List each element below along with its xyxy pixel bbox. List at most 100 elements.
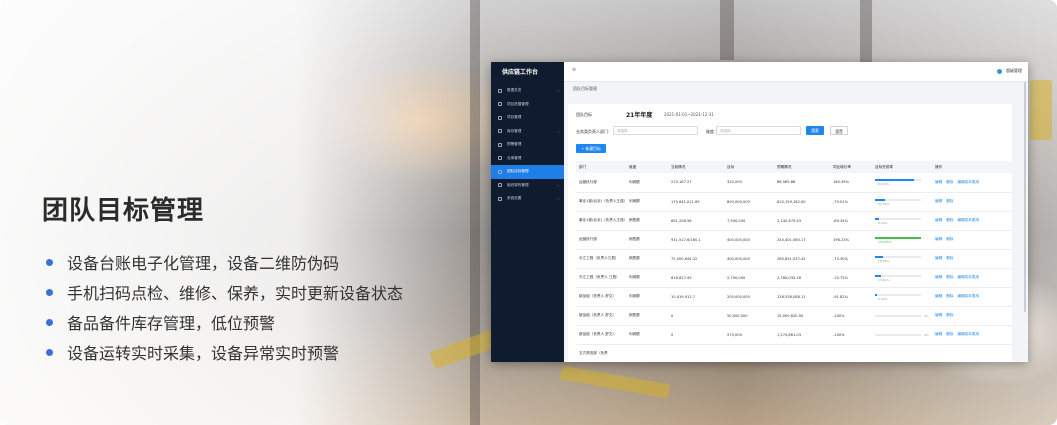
row-action-link[interactable]: 编辑 xyxy=(935,199,942,203)
app-brand: 供应链工作台 xyxy=(502,69,539,76)
row-action-link[interactable]: 删除 xyxy=(946,237,953,241)
row-action-link[interactable]: 编辑 xyxy=(935,180,942,184)
table-cell: -79.01% xyxy=(830,192,872,212)
row-action-link[interactable]: 删除 xyxy=(946,275,953,279)
completion-cell xyxy=(872,344,932,362)
column-header[interactable]: 操作 xyxy=(932,161,1012,173)
row-action-link[interactable]: 删除 xyxy=(946,256,953,260)
progress-percent: 0% xyxy=(924,332,929,337)
table-cell: 2,780,035.28 xyxy=(774,268,830,288)
menu-icon[interactable]: ≡ xyxy=(572,67,576,73)
completion-cell: 13.61% xyxy=(872,268,932,288)
table-cell: -70.72% xyxy=(830,268,872,288)
main-panel: 团队目标 21年年度 2021-01-01~2021-12-31 业务类负责人部… xyxy=(568,104,1012,362)
column-header[interactable]: 目标完成率 xyxy=(872,161,932,173)
table-cell: 15,000,620.90 xyxy=(774,306,830,326)
row-action-link[interactable]: 编辑 xyxy=(935,294,942,298)
sidebar-item[interactable]: 组织架构管理 ‹ xyxy=(491,179,564,193)
row-action-link[interactable]: 编辑成本费用 xyxy=(957,275,979,279)
add-target-button[interactable]: + 新建目标 xyxy=(576,144,606,153)
row-action-link[interactable]: 删除 xyxy=(946,199,953,203)
search-button[interactable]: 搜索 xyxy=(806,126,824,135)
table-row: 长江工程（负责人 江昌） 利润额 816,827.49 2,700,000 2,780,… xyxy=(576,268,1012,288)
bullet-dot xyxy=(46,258,53,266)
completion-cell: 154.95% xyxy=(872,230,932,250)
column-header[interactable]: 当前情况 xyxy=(668,161,724,173)
sidebar-item[interactable]: 项目进展管理 xyxy=(491,98,564,112)
year-value[interactable]: 21年年度 xyxy=(626,110,652,119)
menu-item-icon xyxy=(498,88,502,93)
table-cell: 2,700,000 xyxy=(724,268,774,288)
progress-bar xyxy=(875,314,921,317)
sidebar-item[interactable]: 库存管理 ‹ xyxy=(491,125,564,139)
row-action-link[interactable]: 编辑 xyxy=(935,237,942,241)
table-cell: 销售额 xyxy=(626,211,668,231)
table-row: 运营执行部 利润额 270,167.27 320,000 86,565.88 180.39… xyxy=(576,173,1012,193)
table-cell: 126,538,088.11 xyxy=(774,287,830,307)
row-action-link[interactable]: 编辑 xyxy=(935,313,942,317)
sidebar-item-label: 系统设置 xyxy=(507,196,522,201)
completion-cell: 9.22% xyxy=(872,211,932,231)
column-header[interactable]: 维度 xyxy=(626,161,668,173)
sidebar-item[interactable]: 仓库管理 xyxy=(491,152,564,166)
progress-bar xyxy=(875,333,921,336)
row-action-link[interactable]: 删除 xyxy=(946,332,953,336)
progress-fill xyxy=(875,179,914,182)
column-header[interactable]: 目标 xyxy=(724,161,774,173)
sidebar-item[interactable]: 团队目标管理 xyxy=(491,165,564,179)
table-cell: 10,419,912.7 xyxy=(668,287,724,307)
user-menu[interactable]: 超级管理 xyxy=(997,68,1022,74)
table-cell: 50,000,000 xyxy=(724,306,774,326)
row-action-link[interactable]: 编辑成本费用 xyxy=(957,332,979,336)
sidebar-item[interactable]: 系统设置 ‹ xyxy=(491,192,564,206)
sidebar-item-label: 组织架构管理 xyxy=(507,182,529,187)
progress-bar xyxy=(875,274,921,277)
column-header[interactable]: 预期情况 xyxy=(774,161,830,173)
column-header[interactable]: 部门 xyxy=(576,161,626,173)
row-action-link[interactable]: 编辑 xyxy=(935,332,942,336)
row-action-link[interactable]: 编辑成本费用 xyxy=(957,180,979,184)
row-action-link[interactable]: 删除 xyxy=(946,218,953,222)
section-title: 团队目标管理 xyxy=(42,196,205,226)
dept-select[interactable]: 请选择 xyxy=(613,126,698,135)
progress-bar xyxy=(875,217,921,220)
row-action-link[interactable]: 编辑成本费用 xyxy=(957,218,979,222)
row-action-link[interactable]: 编辑 xyxy=(935,256,942,260)
sidebar-item-label: 项目进展管理 xyxy=(507,101,529,106)
row-action-link[interactable]: 删除 xyxy=(946,294,953,298)
table-cell: 销售额 xyxy=(626,249,668,269)
table-cell: 销售额 xyxy=(626,230,668,250)
bg-column xyxy=(860,0,872,62)
actions-cell: 编辑 删除 xyxy=(932,249,1012,269)
table-cell: 200,000,000 xyxy=(724,287,774,307)
actions-cell: 编辑 删除 编辑成本费用 xyxy=(932,211,1012,231)
table-cell: -100% xyxy=(830,306,872,326)
sidebar-item[interactable]: 预警管理 xyxy=(491,138,564,152)
reset-button[interactable]: 重置 xyxy=(830,126,848,135)
sidebar-item[interactable]: 数据总览 ‹ xyxy=(491,84,564,98)
chevron-icon: ‹ xyxy=(557,88,559,93)
scrollbar[interactable] xyxy=(1024,82,1026,312)
row-action-link[interactable]: 删除 xyxy=(946,313,953,317)
row-action-link[interactable]: 编辑成本费用 xyxy=(957,294,979,298)
menu-item-icon xyxy=(498,115,502,120)
table-cell: 180.39% xyxy=(830,173,872,193)
column-header[interactable]: 同比增长率 xyxy=(830,161,872,173)
table-row: 长江工程（负责人江昌） 销售额 72,000,644.32 400,000,000 28… xyxy=(576,249,1012,269)
progress-fill xyxy=(875,293,878,296)
table-cell: -89.34% xyxy=(830,211,872,231)
progress-percent: 18.04% xyxy=(878,258,890,263)
table-cell: -91.82% xyxy=(830,287,872,307)
status-select[interactable]: 请选择 xyxy=(716,126,801,135)
table-cell: 691,208.56 xyxy=(668,211,724,231)
completion-cell: 84.43% xyxy=(872,173,932,193)
table-cell xyxy=(724,344,774,362)
sidebar-item[interactable]: 项目管理 xyxy=(491,111,564,125)
sidebar-item-label: 项目管理 xyxy=(507,115,522,120)
row-action-link[interactable]: 编辑 xyxy=(935,275,942,279)
row-action-link[interactable]: 编辑 xyxy=(935,218,942,222)
menu-item-icon xyxy=(498,142,502,147)
table-cell: -73.30% xyxy=(830,249,872,269)
progress-bar xyxy=(875,236,921,239)
row-action-link[interactable]: 删除 xyxy=(946,180,953,184)
